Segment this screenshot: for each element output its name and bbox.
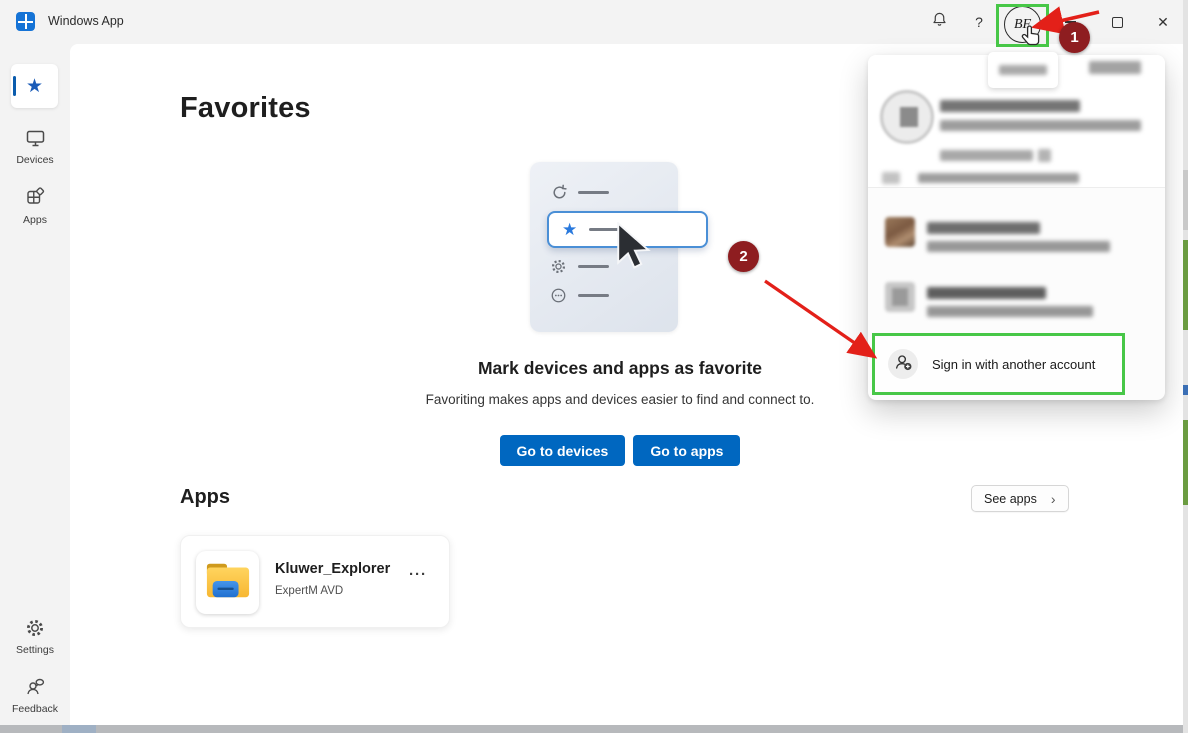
redacted-account-name bbox=[927, 222, 1040, 234]
sign-out-button[interactable] bbox=[1089, 61, 1141, 74]
gear-icon bbox=[0, 618, 70, 641]
app-card-subtitle: ExpertM AVD bbox=[275, 585, 343, 597]
empty-state-subtitle: Favoriting makes apps and devices easier… bbox=[320, 392, 920, 407]
sidebar-item-feedback[interactable]: Feedback bbox=[0, 676, 70, 715]
sidebar-item-devices[interactable]: Devices bbox=[0, 129, 70, 166]
background-window-sliver bbox=[1183, 170, 1188, 230]
gear-icon bbox=[550, 258, 567, 280]
redacted-small-icon bbox=[1038, 149, 1051, 162]
redacted-small-icon bbox=[882, 172, 900, 184]
redacted-account-email bbox=[918, 173, 1079, 183]
redacted-link[interactable] bbox=[940, 150, 1033, 161]
account-photo-avatar bbox=[885, 217, 915, 247]
person-add-icon bbox=[893, 352, 913, 377]
redacted-avatar-letter bbox=[900, 107, 918, 127]
app-card-menu-button[interactable]: ··· bbox=[409, 566, 427, 583]
right-edge bbox=[1183, 0, 1188, 733]
empty-state-actions: Go to devices Go to apps bbox=[320, 435, 920, 466]
app-icon-tile bbox=[196, 551, 259, 614]
redacted-account-email bbox=[927, 241, 1110, 252]
help-icon: ? bbox=[975, 14, 983, 30]
empty-state-title: Mark devices and apps as favorite bbox=[320, 358, 920, 379]
windows-app-window: Windows App ? BF ✕ ★ bbox=[0, 0, 1188, 733]
active-indicator bbox=[13, 76, 16, 96]
bottom-edge-accent bbox=[62, 725, 96, 733]
feedback-icon bbox=[0, 676, 70, 700]
placeholder-line bbox=[578, 191, 609, 194]
account-menu-panel: Sign in with another account bbox=[868, 55, 1165, 400]
maximize-icon bbox=[1112, 17, 1123, 28]
star-icon: ★ bbox=[26, 77, 43, 96]
sidebar-item-settings[interactable]: Settings bbox=[0, 618, 70, 656]
badge-number: 1 bbox=[1070, 29, 1078, 46]
sidebar-item-favorites[interactable]: ★ bbox=[11, 64, 58, 108]
window-title: Windows App bbox=[48, 14, 124, 28]
account-placeholder-avatar bbox=[885, 282, 915, 312]
cursor-arrow-icon bbox=[612, 222, 658, 283]
redacted-account-email bbox=[927, 306, 1093, 317]
sidebar-item-label: Devices bbox=[16, 154, 53, 166]
app-card-title: Kluwer_Explorer bbox=[275, 561, 390, 577]
account-avatar-large bbox=[880, 90, 934, 144]
annotation-badge-2: 2 bbox=[728, 241, 759, 272]
current-account-section bbox=[868, 55, 1165, 188]
monitor-icon bbox=[0, 129, 70, 151]
page-title: Favorites bbox=[180, 92, 311, 125]
sign-in-another-account-button[interactable]: Sign in with another account bbox=[872, 333, 1125, 395]
close-button[interactable]: ✕ bbox=[1148, 8, 1178, 36]
background-window-sliver bbox=[1183, 240, 1188, 330]
bell-icon bbox=[931, 10, 948, 34]
placeholder-line bbox=[578, 265, 609, 268]
app-logo-icon bbox=[16, 12, 35, 31]
redacted-account-email bbox=[940, 120, 1141, 131]
manage-account-button[interactable] bbox=[988, 52, 1058, 88]
maximize-button[interactable] bbox=[1102, 8, 1132, 36]
chevron-right-icon: › bbox=[1051, 491, 1056, 507]
refresh-icon bbox=[551, 184, 568, 206]
background-window-sliver bbox=[1183, 420, 1188, 505]
see-apps-button[interactable]: See apps › bbox=[971, 485, 1069, 512]
bottom-edge bbox=[0, 725, 1188, 733]
sidebar-item-label: Apps bbox=[23, 214, 47, 226]
background-window-sliver bbox=[1183, 385, 1188, 395]
sign-in-label: Sign in with another account bbox=[932, 357, 1095, 372]
redacted-text bbox=[999, 65, 1047, 75]
notifications-button[interactable] bbox=[924, 8, 954, 36]
empty-state: Mark devices and apps as favorite Favori… bbox=[320, 358, 920, 407]
sidebar-item-apps[interactable]: Apps bbox=[0, 187, 70, 226]
sidebar-item-label: Settings bbox=[16, 644, 54, 656]
redacted-account-name bbox=[927, 287, 1046, 299]
go-to-devices-button[interactable]: Go to devices bbox=[500, 435, 626, 466]
apps-grid-icon bbox=[0, 187, 70, 211]
go-to-apps-button[interactable]: Go to apps bbox=[633, 435, 740, 466]
close-icon: ✕ bbox=[1157, 14, 1169, 31]
titlebar: Windows App ? BF ✕ bbox=[0, 0, 1188, 44]
person-add-icon-circle bbox=[888, 349, 918, 379]
redacted-account-name bbox=[940, 100, 1080, 112]
star-icon: ★ bbox=[562, 221, 577, 238]
folder-icon bbox=[205, 560, 251, 605]
sidebar-item-label: Feedback bbox=[12, 703, 58, 715]
app-card-kluwer-explorer[interactable]: Kluwer_Explorer ExpertM AVD ··· bbox=[180, 535, 450, 628]
hand-cursor-icon bbox=[1020, 24, 1044, 57]
sidebar: ★ Devices Apps Settings Feedback bbox=[0, 44, 70, 725]
see-apps-label: See apps bbox=[984, 492, 1037, 506]
apps-section-heading: Apps bbox=[180, 486, 230, 509]
annotation-badge-1: 1 bbox=[1059, 22, 1090, 53]
help-button[interactable]: ? bbox=[964, 8, 994, 36]
badge-number: 2 bbox=[739, 248, 747, 265]
more-circle-icon bbox=[550, 287, 567, 309]
placeholder-line bbox=[578, 294, 609, 297]
